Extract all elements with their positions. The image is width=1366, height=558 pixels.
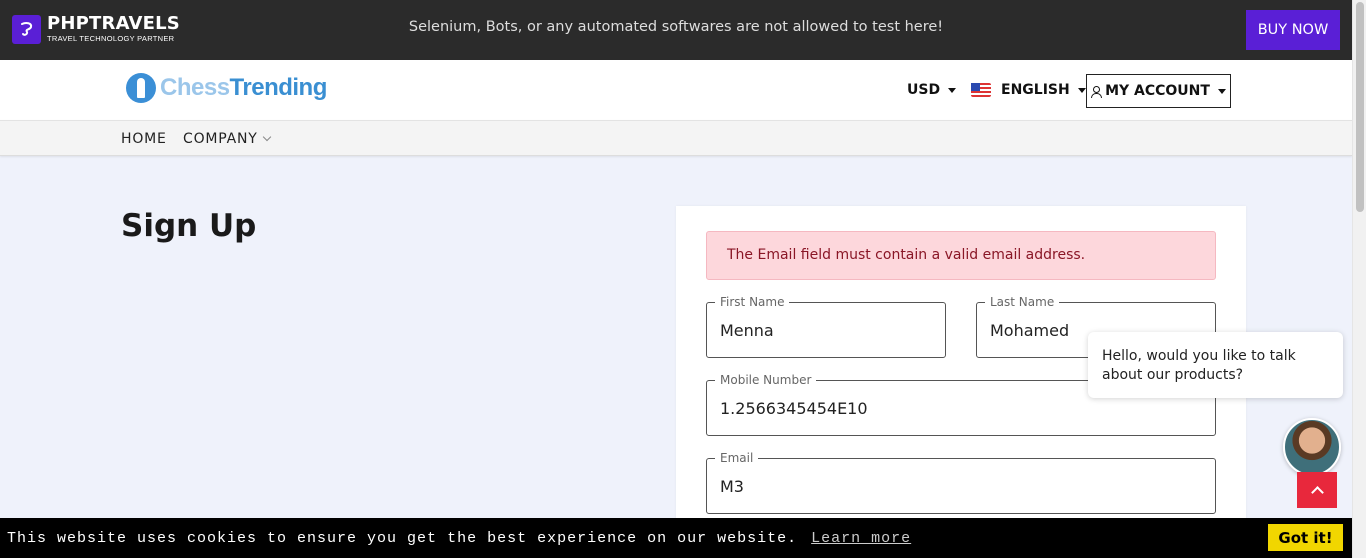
currency-label: USD [907,82,941,98]
error-alert: The Email field must contain a valid ema… [706,231,1216,280]
first-name-label: First Name [715,295,790,309]
language-label: ENGLISH [1001,82,1070,98]
buy-now-button[interactable]: BUY NOW [1246,10,1340,50]
chat-message-bubble[interactable]: Hello, would you like to talk about our … [1088,332,1343,398]
nav-company-label: COMPANY [183,131,258,147]
logo-text-chess: Chess [160,74,230,101]
cookie-consent-bar: This website uses cookies to ensure you … [0,518,1352,558]
scrollbar-thumb[interactable] [1356,2,1364,212]
mobile-number-label: Mobile Number [715,373,817,387]
email-field[interactable]: Email M3 [706,451,1216,514]
first-name-value: Menna [720,321,774,340]
email-label: Email [715,451,759,465]
site-header: ChessTrending USD ENGLISH MY ACCOUNT [0,60,1352,120]
chat-agent-avatar[interactable] [1283,418,1341,476]
first-name-field[interactable]: First Name Menna [706,295,946,358]
my-account-label: MY ACCOUNT [1105,83,1210,99]
chevron-down-icon [262,132,271,142]
page-scrollbar[interactable] [1352,0,1366,558]
caret-down-icon [1077,87,1086,93]
last-name-value: Mohamed [990,321,1070,340]
us-flag-icon [971,83,991,97]
mobile-number-value: 1.2566345454E10 [720,399,868,418]
user-icon [1091,85,1103,98]
cookie-message: This website uses cookies to ensure you … [7,530,798,547]
scroll-to-top-button[interactable] [1297,472,1337,508]
my-account-button[interactable]: MY ACCOUNT [1086,74,1231,108]
main-nav: HOME COMPANY [0,120,1352,156]
automation-notice: Selenium, Bots, or any automated softwar… [408,19,944,35]
chevron-up-icon [1310,486,1324,499]
brand-tagline: TRAVEL TECHNOLOGY PARTNER [47,34,175,43]
nav-home[interactable]: HOME [121,131,167,147]
got-it-button[interactable]: Got it! [1268,524,1343,551]
page-title: Sign Up [121,208,257,244]
nav-company[interactable]: COMPANY [183,131,271,147]
chess-pawn-icon [126,73,156,103]
chesstrending-logo[interactable]: ChessTrending [126,71,327,105]
top-bar: PHPTRAVELS TRAVEL TECHNOLOGY PARTNER Sel… [0,0,1352,60]
logo-text-trending: Trending [229,74,328,101]
currency-dropdown[interactable]: USD [907,82,957,98]
language-dropdown[interactable]: ENGLISH [971,82,1086,98]
last-name-label: Last Name [985,295,1060,309]
learn-more-link[interactable]: Learn more [811,530,911,547]
caret-down-icon [1217,88,1226,94]
caret-down-icon [948,87,957,93]
email-value: M3 [720,477,744,496]
